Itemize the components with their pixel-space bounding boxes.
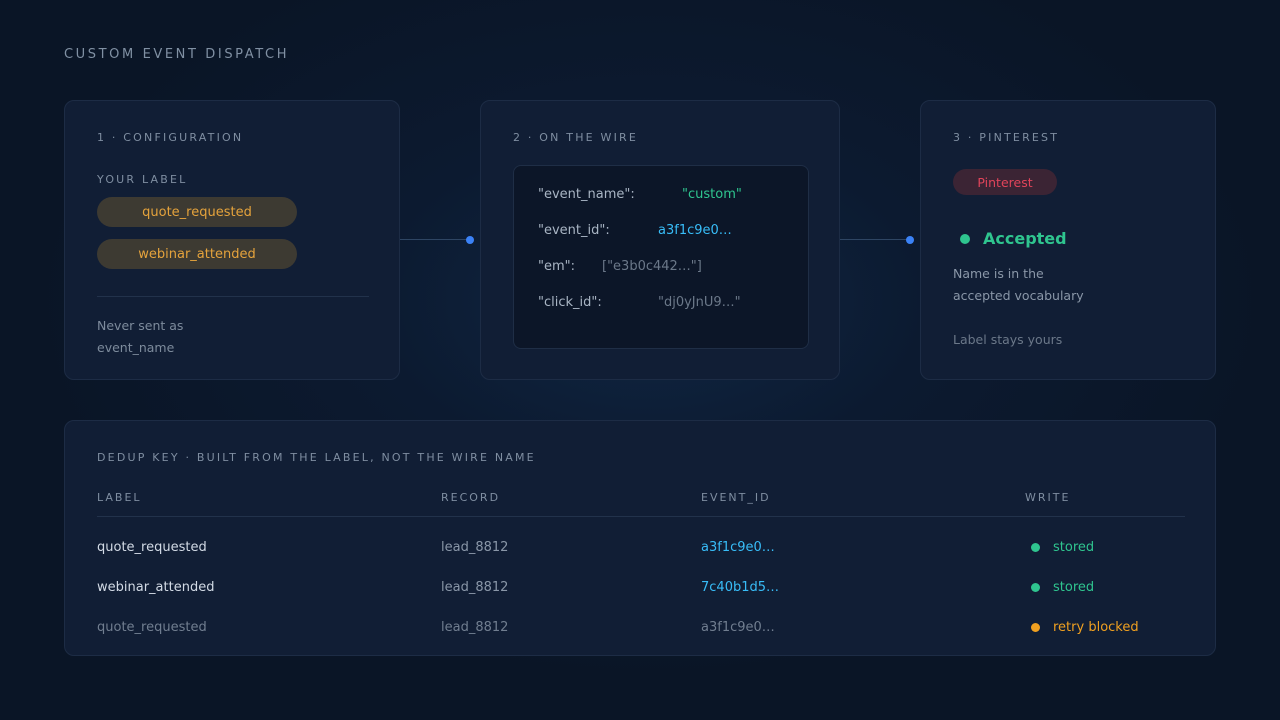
field-value-event-name: "custom" — [682, 187, 742, 202]
field-key-em: "em": — [538, 259, 576, 274]
field-value-em: ["e3b0c442…"] — [602, 259, 702, 274]
row-write-status: stored — [1053, 580, 1095, 595]
pinterest-badge: Pinterest — [953, 169, 1057, 195]
accepted-status-dot — [960, 234, 970, 244]
row-label: quote_requested — [97, 620, 207, 635]
wire-heading: 2 · ON THE WIRE — [513, 131, 639, 144]
pinterest-footnote: Label stays yours — [953, 332, 1063, 347]
connector-dot-config-to-wire — [466, 236, 474, 244]
row-event-id: 7c40b1d5… — [701, 580, 780, 595]
configuration-heading: 1 · CONFIGURATION — [97, 131, 244, 144]
connector-dot-wire-to-pinterest — [906, 236, 914, 244]
configuration-divider — [97, 296, 369, 297]
accepted-status: Accepted — [983, 229, 1067, 248]
configuration-note: Never sent as event_name — [97, 315, 183, 359]
configuration-note-line2: event_name — [97, 340, 175, 355]
connector-line-config-to-wire — [400, 239, 470, 240]
table-header-divider — [97, 516, 1185, 517]
pinterest-description: Name is in the accepted vocabulary — [953, 263, 1084, 307]
configuration-panel: 1 · CONFIGURATION YOUR LABEL quote_reque… — [64, 100, 400, 380]
your-label-heading: YOUR LABEL — [97, 173, 188, 186]
row-write-status: stored — [1053, 540, 1095, 555]
field-key-click-id: "click_id": — [538, 295, 602, 310]
field-key-event-id: "event_id": — [538, 223, 610, 238]
row-write-status: retry blocked — [1053, 620, 1139, 635]
pinterest-description-line1: Name is in the — [953, 266, 1044, 281]
write-status-dot — [1031, 543, 1040, 552]
field-key-event-name: "event_name": — [538, 187, 635, 202]
wire-panel: 2 · ON THE WIRE "event_name": "custom" "… — [480, 100, 840, 380]
field-value-click-id: "dj0yJnU9…" — [658, 295, 741, 310]
wire-payload-code: "event_name": "custom" "event_id": a3f1c… — [513, 165, 809, 349]
row-record: lead_8812 — [441, 580, 509, 595]
write-status-dot — [1031, 583, 1040, 592]
row-record: lead_8812 — [441, 540, 509, 555]
configuration-note-line1: Never sent as — [97, 318, 184, 333]
column-header-event-id: EVENT_ID — [701, 491, 771, 504]
field-value-event-id: a3f1c9e0… — [658, 223, 732, 238]
page-title: CUSTOM EVENT DISPATCH — [64, 47, 290, 62]
pinterest-panel: 3 · PINTEREST Pinterest Accepted Name is… — [920, 100, 1216, 380]
row-label: quote_requested — [97, 540, 207, 555]
column-header-record: RECORD — [441, 491, 501, 504]
row-record: lead_8812 — [441, 620, 509, 635]
row-event-id: a3f1c9e0… — [701, 540, 775, 555]
column-header-write: WRITE — [1025, 491, 1071, 504]
row-label: webinar_attended — [97, 580, 215, 595]
write-status-dot — [1031, 623, 1040, 632]
pinterest-heading: 3 · PINTEREST — [953, 131, 1060, 144]
label-pill-quote-requested[interactable]: quote_requested — [97, 197, 297, 227]
dedup-panel: DEDUP KEY · BUILT FROM THE LABEL, NOT TH… — [64, 420, 1216, 656]
column-header-label: LABEL — [97, 491, 142, 504]
dedup-heading: DEDUP KEY · BUILT FROM THE LABEL, NOT TH… — [97, 451, 536, 464]
pinterest-description-line2: accepted vocabulary — [953, 288, 1084, 303]
connector-line-wire-to-pinterest — [840, 239, 910, 240]
label-pill-webinar-attended[interactable]: webinar_attended — [97, 239, 297, 269]
row-event-id: a3f1c9e0… — [701, 620, 775, 635]
